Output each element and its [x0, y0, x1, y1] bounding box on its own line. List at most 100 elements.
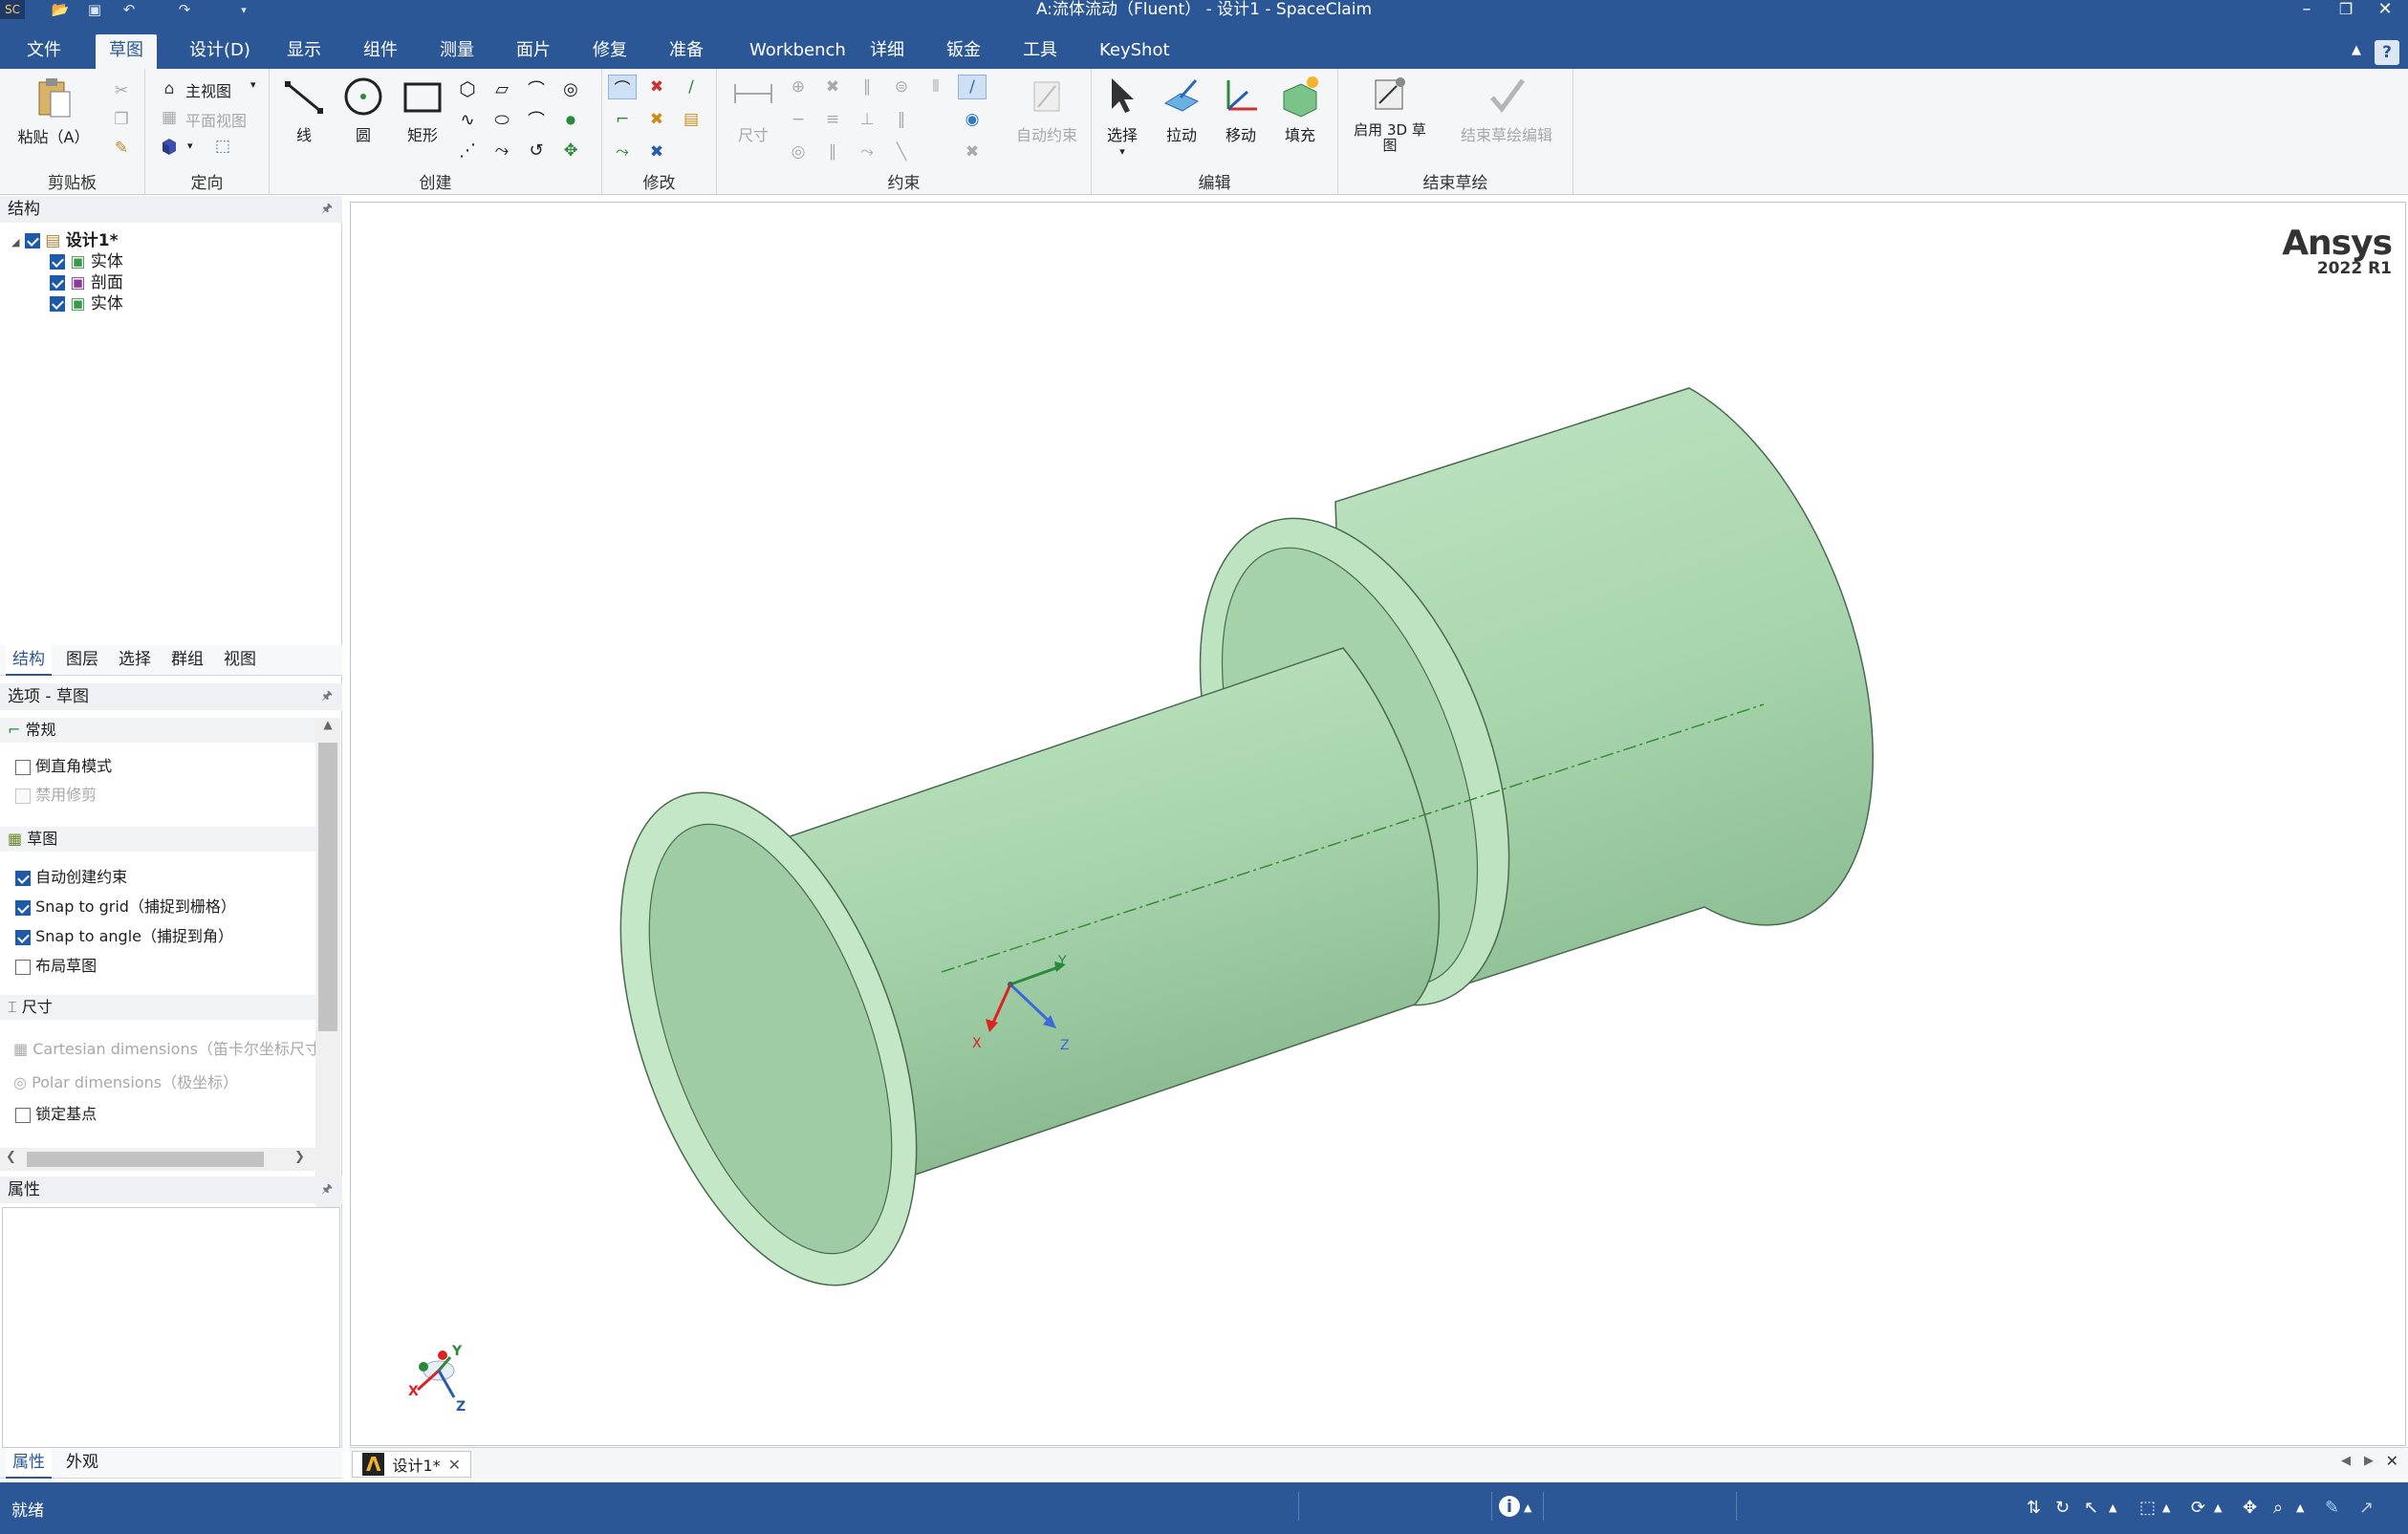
hscroll-thumb[interactable]	[27, 1152, 264, 1167]
spline-icon[interactable]: ∿	[453, 107, 482, 132]
close-tab-icon[interactable]: ✕	[448, 1456, 461, 1474]
pin-icon[interactable]: 🖈	[321, 683, 333, 710]
tab-groups[interactable]: 群组	[164, 645, 210, 676]
plan-view-icon[interactable]: ▦	[155, 105, 184, 130]
home-view-label[interactable]: 主视图	[185, 78, 231, 101]
sketch-section[interactable]: ▦ 草图	[0, 827, 315, 852]
tangent-icon[interactable]: ⤳	[853, 140, 881, 164]
tree-root[interactable]: ◢ ▤ 设计1*	[11, 230, 118, 253]
menu-measure[interactable]: 测量	[426, 34, 488, 69]
tree-root-checkbox[interactable]	[24, 233, 40, 248]
equal-icon[interactable]: ⊜	[887, 75, 916, 99]
concentric-icon[interactable]: ◎	[784, 140, 813, 164]
tree-item-checkbox[interactable]	[50, 254, 65, 270]
select-mode-dropdown-icon[interactable]: ▲	[2109, 1496, 2116, 1519]
snap-to-angle-checkbox[interactable]	[15, 929, 31, 945]
circle-button[interactable]: 圆	[333, 75, 394, 145]
project-icon[interactable]: ▤	[677, 107, 705, 132]
polar-option[interactable]: ◎ Polar dimensions（极坐标）	[0, 1070, 315, 1095]
dimension-button[interactable]: 尺寸	[723, 75, 784, 145]
sweep-arc-icon[interactable]: ⌒	[522, 107, 551, 132]
general-section[interactable]: ⌐ 常规	[0, 718, 315, 743]
tangent-arc-icon[interactable]: ⌒	[522, 76, 551, 101]
cut-icon[interactable]: ✂	[107, 78, 136, 103]
spin-view-icon[interactable]: ⟳	[2191, 1496, 2205, 1519]
auto-constraints-option[interactable]: 自动创建约束	[0, 865, 315, 890]
copy-icon[interactable]: ❐	[107, 107, 136, 132]
midpoint-icon[interactable]: ╲	[887, 140, 916, 164]
scroll-up-icon[interactable]: ▲	[315, 718, 340, 731]
auto-constraints-checkbox[interactable]	[15, 870, 31, 886]
view-triad[interactable]: Y X Z	[408, 1344, 466, 1415]
box-select-icon[interactable]: ⬚	[2139, 1496, 2156, 1519]
three-point-arc-icon[interactable]: ↺	[522, 138, 551, 162]
select-button[interactable]: 选择 ▾	[1092, 75, 1153, 158]
view-dropdown-icon[interactable]: ▾	[187, 140, 193, 152]
tab-layers[interactable]: 图层	[59, 645, 105, 676]
format-painter-icon[interactable]: ✎	[107, 136, 136, 161]
menu-keyshot[interactable]: KeyShot	[1086, 34, 1183, 69]
model-canvas[interactable]: Y X Z Y X Z	[351, 203, 2407, 1447]
snap-view-icon[interactable]: ⬚	[208, 134, 237, 159]
fill-button[interactable]: 填充	[1269, 75, 1331, 145]
bend-icon[interactable]: ⤳	[608, 140, 637, 164]
construction-line-icon[interactable]: ⋰	[453, 138, 482, 162]
end-sketch-edit-button[interactable]: 结束草绘编辑	[1449, 75, 1564, 145]
tab-structure[interactable]: 结构	[6, 645, 52, 676]
symmetric-icon[interactable]: ∥	[818, 140, 847, 164]
tree-item-checkbox[interactable]	[50, 296, 65, 312]
parallel-icon[interactable]: ∥	[853, 75, 881, 99]
lock-base-checkbox[interactable]	[15, 1107, 31, 1123]
small-cylinder[interactable]	[562, 647, 1441, 1325]
options-hscrollbar[interactable]: ❮ ❯	[0, 1148, 315, 1171]
menu-sheetmetal[interactable]: 钣金	[933, 34, 994, 69]
fix-icon[interactable]: ✖	[818, 75, 847, 99]
view-cube-icon[interactable]	[155, 134, 184, 159]
menu-file[interactable]: 文件	[13, 34, 75, 69]
tab-selection[interactable]: 选择	[112, 645, 158, 676]
expand-icon[interactable]: ◢	[11, 236, 19, 248]
collapse-ribbon-icon[interactable]: ▲	[2338, 34, 2375, 69]
snap-to-angle-option[interactable]: Snap to angle（捕捉到角）	[0, 924, 315, 949]
tree-item-checkbox[interactable]	[50, 275, 65, 291]
three-point-circle-icon[interactable]: ◎	[556, 76, 585, 101]
snap-to-grid-checkbox[interactable]	[15, 899, 31, 916]
show-constraints-icon[interactable]: ∕	[958, 75, 987, 99]
trim-icon[interactable]: ✖	[642, 75, 671, 99]
coincident-icon[interactable]: ⊕	[784, 75, 813, 99]
line-button[interactable]: 线	[273, 75, 335, 145]
disable-trim-option[interactable]: 禁用修剪	[0, 783, 315, 808]
restore-icon[interactable]: ❐	[2330, 0, 2362, 19]
close-all-icon[interactable]: ✕	[2386, 1452, 2398, 1470]
scroll-left-icon[interactable]: ❮	[6, 1150, 16, 1164]
fillet-mode-option[interactable]: 倒直角模式	[0, 754, 315, 779]
offset-icon[interactable]: ∕	[677, 75, 705, 99]
menu-display[interactable]: 显示	[273, 34, 335, 69]
spin-dropdown-icon[interactable]: ▲	[2214, 1496, 2222, 1519]
corner-icon[interactable]: ⌐	[608, 107, 637, 132]
fillet-mode-checkbox[interactable]	[15, 759, 31, 775]
box-select-dropdown-icon[interactable]: ▲	[2162, 1496, 2170, 1519]
auto-constrain-button[interactable]: 自动约束	[1004, 75, 1090, 145]
layout-sketch-checkbox[interactable]	[15, 959, 31, 975]
zoom-icon[interactable]: ⌕	[2273, 1496, 2283, 1519]
menu-facets[interactable]: 面片	[503, 34, 564, 69]
doc-tab-design1[interactable]: Λ 设计1* ✕	[352, 1451, 472, 1478]
pin-icon[interactable]: 🖈	[321, 196, 333, 223]
tab-properties[interactable]: 属性	[6, 1448, 52, 1479]
delete-constraint-icon[interactable]: ✖	[958, 140, 987, 164]
menu-prepare[interactable]: 准备	[656, 34, 717, 69]
tree-item[interactable]: ▣ 剖面	[50, 272, 123, 293]
menu-repair[interactable]: 修复	[579, 34, 640, 69]
menu-design[interactable]: 设计(D)	[176, 34, 264, 69]
fillet-icon[interactable]: ⌒	[608, 75, 637, 99]
scale-icon[interactable]: ✖	[642, 140, 671, 164]
face-curve-icon[interactable]: ⤳	[488, 138, 516, 162]
menu-tools[interactable]: 工具	[1009, 34, 1071, 69]
paste-button[interactable]: 粘贴（A）	[10, 76, 98, 147]
horizontal-icon[interactable]: −	[784, 107, 813, 132]
point-icon[interactable]: ●	[556, 107, 585, 132]
tab-views[interactable]: 视图	[217, 645, 263, 676]
help-icon[interactable]: ?	[2375, 40, 2399, 65]
polygon-icon[interactable]: ⬡	[453, 76, 482, 101]
